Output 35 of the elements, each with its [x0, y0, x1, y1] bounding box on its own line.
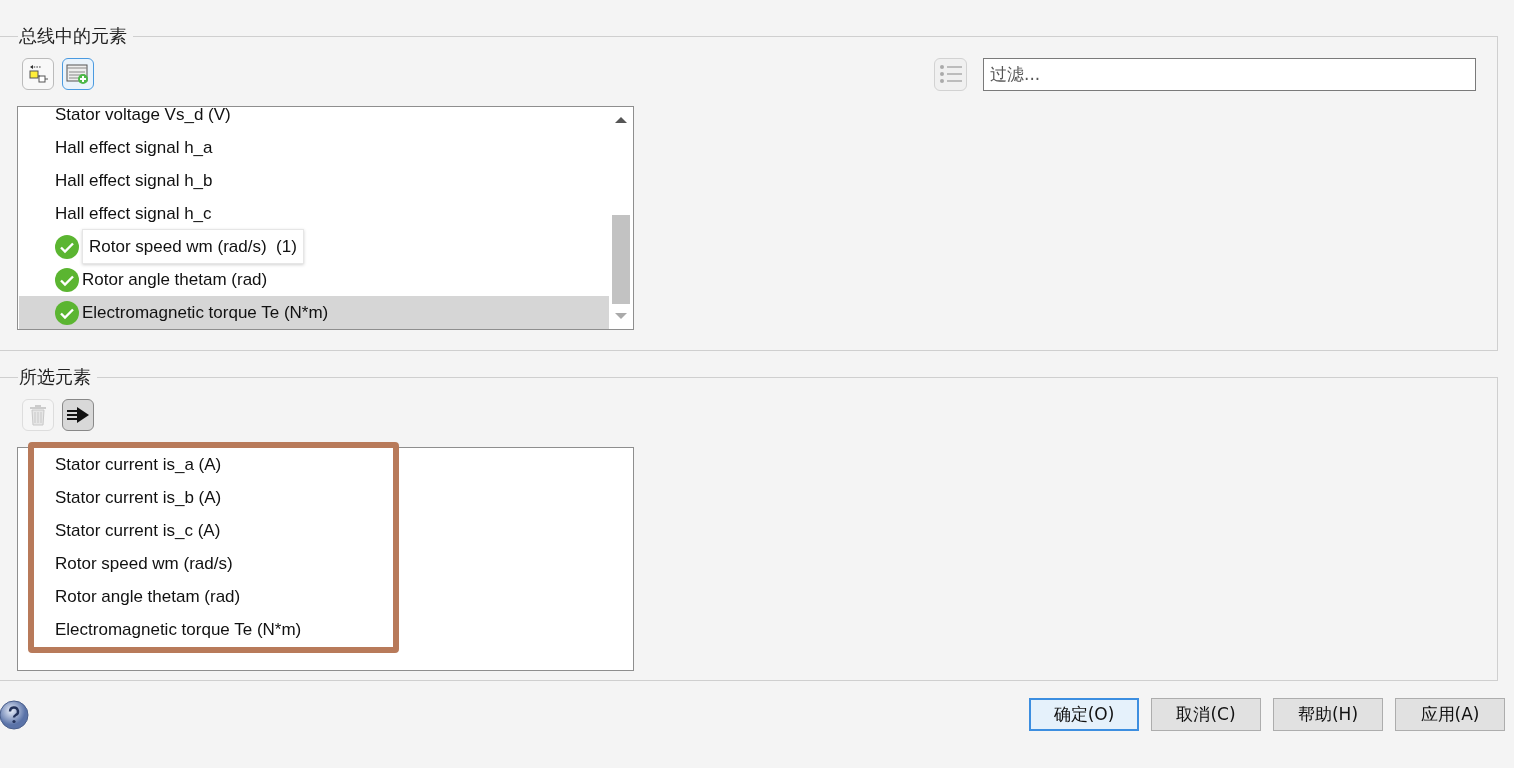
list-item[interactable]: Hall effect signal h_b — [19, 164, 609, 197]
dialog-button[interactable]: 取消(C) — [1151, 698, 1261, 731]
item-label: Rotor angle thetam (rad) — [82, 269, 268, 290]
list-item[interactable]: Electromagnetic torque Te (N*m) — [19, 296, 609, 329]
dialog-button[interactable]: 帮助(H) — [1273, 698, 1383, 731]
window-plus-button[interactable] — [62, 58, 94, 90]
list-item[interactable]: Hall effect signal h_c — [19, 197, 609, 230]
arrow-right-button[interactable] — [62, 399, 94, 431]
trash-icon — [28, 404, 48, 426]
list-item[interactable]: Stator current is_a (A) — [19, 448, 609, 481]
list-item[interactable]: Rotor speed wm (rad/s) (1) — [19, 230, 609, 263]
scroll-down-icon[interactable] — [615, 312, 627, 320]
help-icon[interactable] — [0, 699, 29, 730]
group-title: 所选元素 — [18, 365, 92, 389]
window-plus-icon — [66, 63, 90, 85]
block-arrow-button[interactable] — [22, 58, 54, 90]
list-item[interactable]: Stator current is_b (A) — [19, 481, 609, 514]
group-title: 总线中的元素 — [18, 24, 128, 48]
filter-field[interactable]: 过滤... — [983, 57, 1476, 91]
list-item[interactable]: Hall effect signal h_a — [19, 131, 609, 164]
scroll-up-icon[interactable] — [615, 116, 627, 124]
list-item[interactable]: Stator current is_c (A) — [19, 514, 609, 547]
tooltip: Rotor speed wm (rad/s) (1) — [82, 229, 304, 264]
list-icon — [938, 64, 963, 84]
block-arrow-icon — [27, 63, 49, 85]
list-item[interactable]: Rotor angle thetam (rad) — [19, 580, 609, 613]
list-item[interactable]: Stator voltage Vs_d (V) — [19, 107, 609, 131]
dialog-button[interactable]: 应用(A) — [1395, 698, 1505, 731]
list-view-button[interactable] — [934, 57, 967, 91]
list-item[interactable]: Rotor speed wm (rad/s) — [19, 547, 609, 580]
dialog-button[interactable]: 确定(O) — [1029, 698, 1139, 731]
list-item[interactable]: Rotor angle thetam (rad) — [19, 263, 609, 296]
arrow-right-icon — [66, 406, 90, 424]
item-label: Electromagnetic torque Te (N*m) — [82, 302, 329, 323]
list-item[interactable]: Electromagnetic torque Te (N*m) — [19, 613, 609, 646]
